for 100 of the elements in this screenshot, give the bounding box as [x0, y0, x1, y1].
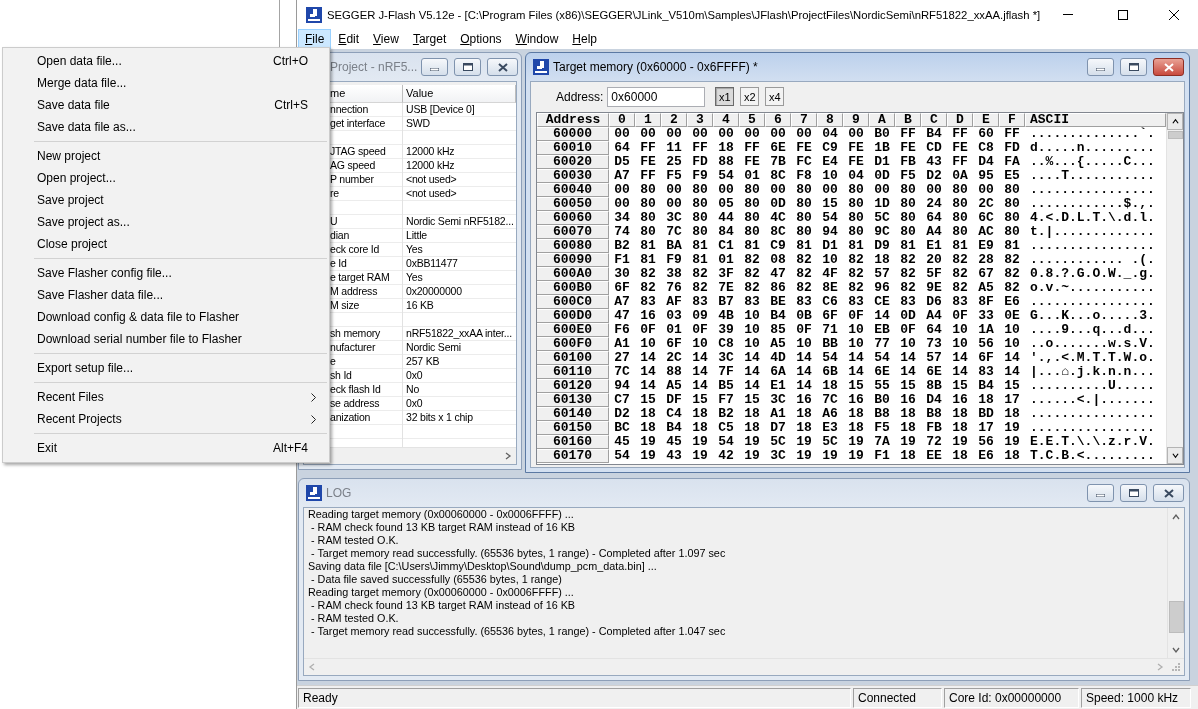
minimize-button[interactable]	[1087, 58, 1114, 76]
menu-bar-item[interactable]: Target	[405, 29, 454, 49]
ascii-cell-text: ................	[1029, 295, 1156, 309]
hex-cell-text: 14	[873, 309, 891, 323]
menu-item[interactable]: Open data file... Ctrl+O	[3, 50, 329, 72]
hex-cell-text: FF	[951, 127, 969, 141]
hex-cell-text: FF	[743, 141, 761, 155]
restore-button[interactable]	[1120, 58, 1147, 76]
menu-item[interactable]: Save data file as...	[3, 116, 329, 138]
hex-cell-text: 14	[847, 351, 865, 365]
hex-cell-text: FC	[795, 155, 813, 169]
hex-cell-text: 0F	[639, 323, 657, 337]
zoom-button[interactable]: x2	[740, 87, 760, 106]
menu-item[interactable]: Open project...	[3, 167, 329, 189]
restore-button[interactable]	[454, 58, 482, 76]
menu-bar-item[interactable]: File	[298, 29, 332, 49]
scrollbar-thumb[interactable]	[1167, 131, 1183, 139]
menu-item[interactable]: Export setup file...	[3, 357, 329, 379]
scroll-button[interactable]	[1167, 113, 1183, 130]
shortcut-text: Ctrl+O	[273, 54, 308, 68]
close-button[interactable]	[1153, 484, 1184, 502]
hex-cell-text: 88	[665, 365, 683, 379]
property-value: 0x0	[405, 369, 424, 383]
minimize-button[interactable]	[421, 58, 449, 76]
menu-item[interactable]: Download config & data file to Flasher	[3, 306, 329, 328]
hex-cell-text: 80	[743, 225, 761, 239]
ascii-cell-text: t.|.............	[1029, 225, 1156, 239]
hex-cell-text: FF	[899, 127, 917, 141]
menu-item[interactable]: Save Flasher data file...	[3, 284, 329, 306]
chevron-down-icon[interactable]	[1171, 452, 1179, 459]
chevron-right-icon[interactable]	[504, 452, 512, 460]
hex-cell-text: 80	[639, 197, 657, 211]
hex-cell-text: 05	[717, 197, 735, 211]
hex-cell-text: 15	[691, 393, 709, 407]
hex-cell-text: 00	[743, 127, 761, 141]
minimize-button[interactable]	[1087, 484, 1114, 502]
hex-cell-text: C5	[717, 421, 735, 435]
hex-cell-text: 6B	[821, 365, 839, 379]
hex-cell-text: 80	[639, 225, 657, 239]
menu-item[interactable]: Recent Projects	[3, 408, 329, 430]
hex-cell-text: A5	[665, 379, 683, 393]
ascii-cell-text: ..............`.	[1029, 127, 1156, 141]
hex-cell-text: 10	[743, 337, 761, 351]
hex-cell-text: 88	[717, 155, 735, 169]
zoom-button[interactable]: x1	[715, 87, 735, 106]
hex-cell-text: 85	[769, 323, 787, 337]
hex-cell-text: C8	[977, 141, 995, 155]
hex-cell-text: 3C	[717, 351, 735, 365]
minimize-icon	[430, 68, 440, 71]
hex-cell-text: 17	[977, 421, 995, 435]
log-line: - Target memory read successfully. (65536 bytes, 1 range) - Completed after 1.097 sec	[310, 547, 727, 560]
menu-item[interactable]: Recent Files	[3, 386, 329, 408]
menu-item[interactable]: New project	[3, 145, 329, 167]
column-header: 6	[765, 113, 791, 127]
address-cell: 60110	[537, 365, 609, 379]
close-button[interactable]	[487, 58, 519, 76]
hex-cell-text: 83	[743, 295, 761, 309]
hex-cell-text: 55	[873, 379, 891, 393]
menu-item[interactable]: Close project	[3, 233, 329, 255]
menu-item[interactable]: Save Flasher config file...	[3, 262, 329, 284]
hex-cell-text: 15	[639, 393, 657, 407]
menu-bar-item[interactable]: View	[366, 29, 406, 49]
scroll-button[interactable]	[1167, 447, 1183, 464]
hex-cell-text: 10	[821, 253, 839, 267]
hex-cell-text: 14	[639, 379, 657, 393]
hex-cell-text: 54	[873, 351, 891, 365]
hex-cell-text: 83	[795, 295, 813, 309]
menu-item[interactable]: Exit Alt+F4	[3, 437, 329, 459]
hex-cell-text: 82	[951, 253, 969, 267]
menu-bar-item[interactable]: Options	[453, 29, 509, 49]
zoom-button[interactable]: x4	[765, 87, 785, 106]
property-value: 12000 kHz	[405, 159, 456, 173]
menu-bar-item[interactable]: Help	[565, 29, 604, 49]
menu-item[interactable]: Download serial number file to Flasher	[3, 328, 329, 350]
scrollbar-thumb[interactable]	[1168, 601, 1184, 633]
menu-bar-item[interactable]: Window	[508, 29, 566, 49]
column-header: 5	[739, 113, 765, 127]
column-header: 8	[817, 113, 843, 127]
hex-cell-text: 64	[613, 141, 631, 155]
restore-button[interactable]	[1120, 484, 1147, 502]
menu-item[interactable]: Save project	[3, 189, 329, 211]
vertical-scrollbar[interactable]	[1166, 113, 1183, 464]
hex-cell-text: FB	[925, 421, 943, 435]
hex-cell-text: 00	[665, 183, 683, 197]
menu-bar-item[interactable]: Edit	[331, 29, 367, 49]
chevron-up-icon[interactable]	[1171, 118, 1179, 125]
close-button[interactable]	[1153, 58, 1184, 76]
hex-cell-text: 82	[899, 281, 917, 295]
hex-cell-text: FB	[899, 155, 917, 169]
hex-cell-text: 5C	[821, 435, 839, 449]
hex-cell-text: FD	[1003, 141, 1021, 155]
property-value: Nordic Semi	[405, 341, 462, 355]
hex-cell-text: 10	[847, 337, 865, 351]
hex-cell-text: 8E	[821, 281, 839, 295]
menu-item[interactable]: Save project as...	[3, 211, 329, 233]
hex-cell-text: 19	[899, 435, 917, 449]
property-value: Nordic Semi nRF5182...	[405, 215, 515, 229]
address-field[interactable]: 0x60000	[607, 86, 706, 107]
vertical-scrollbar[interactable]	[1167, 508, 1184, 658]
hex-cell-text: B4	[925, 127, 943, 141]
